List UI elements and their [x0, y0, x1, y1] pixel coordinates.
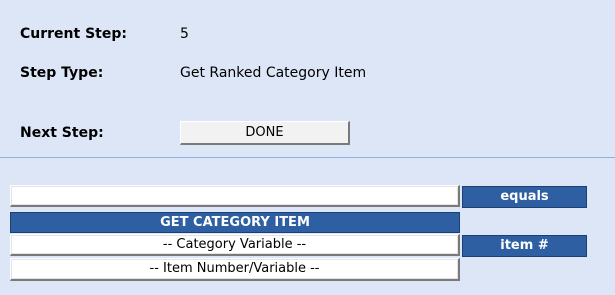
result-variable-field[interactable] [10, 185, 460, 207]
step-type-value: Get Ranked Category Item [180, 65, 367, 81]
category-variable-button[interactable]: -- Category Variable -- [10, 234, 460, 256]
step-type-label: Step Type: [20, 65, 104, 81]
next-step-label: Next Step: [20, 125, 104, 141]
item-number-variable-button[interactable]: -- Item Number/Variable -- [10, 258, 460, 281]
equals-operator-label: equals [462, 186, 587, 208]
section-divider [0, 157, 615, 158]
current-step-label: Current Step: [20, 26, 127, 42]
item-number-label: item # [462, 235, 587, 257]
next-step-done-button[interactable]: DONE [180, 121, 350, 145]
function-header-get-category-item: GET CATEGORY ITEM [10, 212, 460, 233]
current-step-value: 5 [180, 26, 189, 42]
step-editor-panel: Current Step: 5 Step Type: Get Ranked Ca… [0, 0, 615, 295]
